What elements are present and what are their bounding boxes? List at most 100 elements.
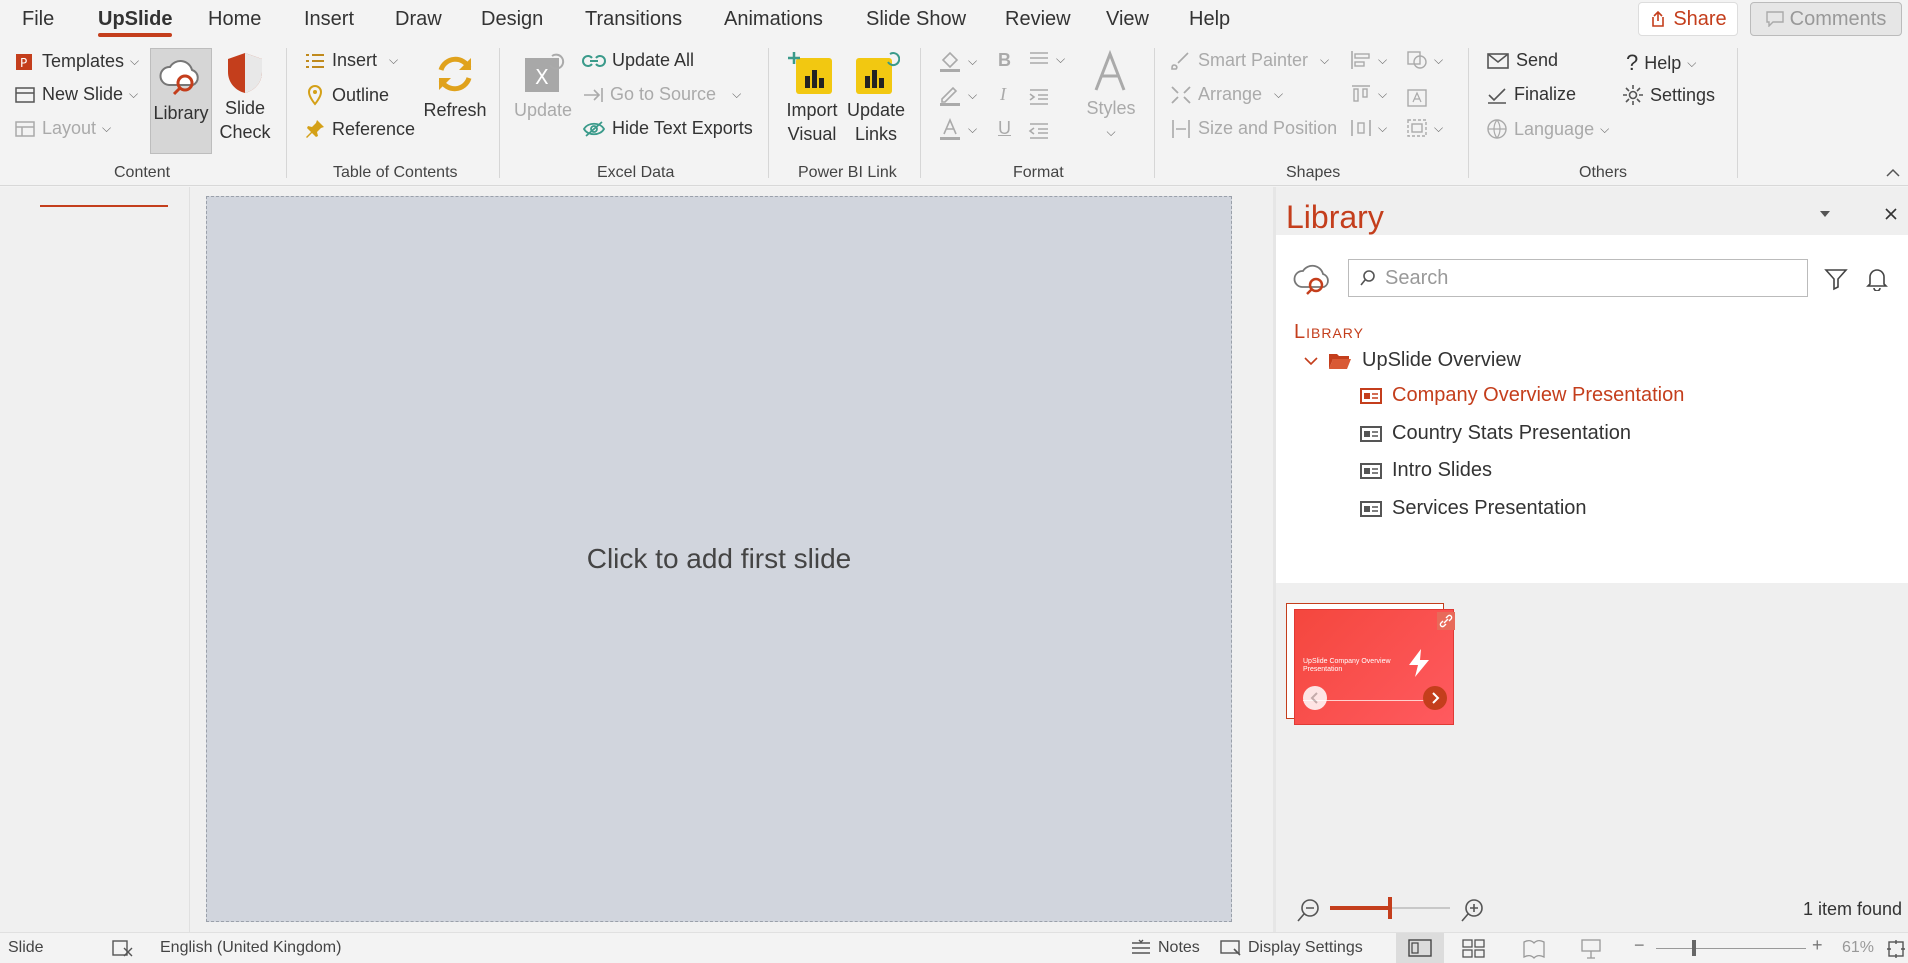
- language-button[interactable]: Language ⌵: [1486, 118, 1609, 140]
- group-shapes-button[interactable]: ⌵: [1406, 118, 1443, 138]
- menu-slide-show[interactable]: Slide Show: [866, 8, 966, 31]
- display-settings-button[interactable]: Display Settings: [1220, 939, 1363, 957]
- menu-insert[interactable]: Insert: [304, 8, 354, 31]
- presenter-view-icon[interactable]: [1580, 938, 1602, 960]
- import-visual-button[interactable]: Import Visual: [780, 50, 844, 146]
- accessibility-check-icon[interactable]: [112, 940, 134, 958]
- smart-painter-button[interactable]: Smart Painter ⌵: [1170, 50, 1329, 71]
- size-position-button[interactable]: Size and Position: [1170, 118, 1337, 139]
- library-item[interactable]: Intro Slides: [1360, 459, 1492, 482]
- text-box-icon[interactable]: [1406, 88, 1428, 108]
- library-search-input[interactable]: Search: [1348, 259, 1808, 297]
- update-links-button[interactable]: Update Links: [844, 50, 908, 146]
- slider-thumb[interactable]: [1388, 897, 1392, 919]
- help-button[interactable]: ? Help ⌵: [1626, 50, 1696, 76]
- zoom-in-icon[interactable]: [1460, 897, 1486, 923]
- share-button[interactable]: Share: [1638, 2, 1738, 36]
- zoom-in-button[interactable]: +: [1812, 935, 1823, 956]
- bold-icon[interactable]: B: [998, 50, 1011, 71]
- go-to-source-button[interactable]: Go to Source ⌵: [582, 84, 741, 105]
- templates-button[interactable]: P Templates ⌵: [14, 50, 139, 72]
- slide-check-label-1: Slide: [224, 98, 266, 118]
- menu-upslide[interactable]: UpSlide: [98, 8, 173, 37]
- library-cloud-icon: [159, 60, 199, 96]
- comments-button[interactable]: Comments: [1750, 2, 1902, 36]
- bell-icon[interactable]: [1866, 267, 1888, 291]
- notes-button[interactable]: Notes: [1130, 939, 1200, 957]
- slide-check-button[interactable]: Slide Check: [218, 50, 272, 144]
- menu-draw[interactable]: Draw: [395, 8, 442, 31]
- slide-editor-area: Click to add first slide: [190, 187, 1273, 932]
- fill-color-button[interactable]: ⌵: [938, 50, 977, 72]
- finalize-button[interactable]: Finalize: [1486, 84, 1576, 105]
- collapse-ribbon-icon[interactable]: [1886, 168, 1900, 178]
- fit-to-window-icon[interactable]: [1886, 939, 1906, 959]
- library-item[interactable]: Country Stats Presentation: [1360, 422, 1631, 445]
- zoom-slider[interactable]: [1656, 940, 1806, 956]
- preview-prev-button[interactable]: [1303, 686, 1327, 710]
- toc-insert-button[interactable]: Insert ⌵: [304, 50, 398, 71]
- excel-update-button[interactable]: X Update: [510, 50, 576, 122]
- reference-button[interactable]: Reference: [304, 118, 415, 140]
- tree-folder-upslide-overview[interactable]: UpSlide Overview: [1304, 349, 1521, 372]
- spacing-button[interactable]: ⌵: [1350, 118, 1387, 138]
- reading-view-icon[interactable]: [1522, 939, 1546, 959]
- settings-button[interactable]: Settings: [1622, 84, 1715, 106]
- refresh-button[interactable]: Refresh: [420, 50, 490, 122]
- menu-animations[interactable]: Animations: [724, 8, 823, 31]
- outline-button[interactable]: Outline: [304, 84, 389, 106]
- library-preview-card[interactable]: UpSlide Company Overview Presentation: [1286, 603, 1456, 727]
- shape-style-button[interactable]: ⌵: [1406, 50, 1443, 70]
- preview-next-button[interactable]: [1423, 686, 1447, 710]
- menu-view[interactable]: View: [1106, 8, 1149, 31]
- filter-icon[interactable]: [1824, 267, 1848, 291]
- distribute-button[interactable]: ⌵: [1350, 84, 1387, 104]
- menu-transitions[interactable]: Transitions: [585, 8, 682, 31]
- zoom-level[interactable]: 61%: [1842, 939, 1874, 957]
- styles-button[interactable]: Styles ⌵: [1080, 50, 1142, 144]
- new-slide-button[interactable]: New Slide ⌵: [14, 84, 138, 105]
- hide-text-exports-button[interactable]: Hide Text Exports: [582, 118, 753, 139]
- library-button[interactable]: Library: [150, 48, 212, 154]
- increase-indent-icon[interactable]: [1028, 88, 1050, 106]
- layout-button[interactable]: Layout ⌵: [14, 118, 111, 139]
- menu-home[interactable]: Home: [208, 8, 261, 31]
- add-slide-placeholder[interactable]: Click to add first slide: [587, 543, 852, 575]
- library-cloud-icon[interactable]: [1292, 261, 1334, 297]
- chevron-down-icon: ⌵: [102, 121, 112, 135]
- menu-file[interactable]: File: [22, 8, 54, 31]
- update-all-button[interactable]: Update All: [582, 50, 694, 71]
- line-color-button[interactable]: ⌵: [938, 84, 977, 106]
- align-shapes-button[interactable]: ⌵: [1350, 50, 1387, 70]
- styles-icon: [1094, 50, 1126, 91]
- svg-text:P: P: [20, 56, 27, 70]
- close-icon[interactable]: [1884, 207, 1898, 221]
- slide-sorter-icon[interactable]: [1462, 939, 1486, 959]
- italic-icon[interactable]: I: [1000, 84, 1006, 105]
- chevron-down-icon: ⌵: [1274, 87, 1284, 101]
- menu-help[interactable]: Help: [1189, 8, 1230, 31]
- menu-bar: File UpSlide Home Insert Draw Design Tra…: [0, 0, 1908, 40]
- group-icon: [1407, 119, 1427, 137]
- decrease-indent-icon[interactable]: [1028, 122, 1050, 140]
- zoom-slider-thumb[interactable]: [1692, 940, 1696, 956]
- library-item[interactable]: Services Presentation: [1360, 497, 1587, 520]
- slide-canvas[interactable]: Click to add first slide: [206, 196, 1232, 922]
- library-item[interactable]: Company Overview Presentation: [1360, 384, 1684, 407]
- zoom-out-icon[interactable]: [1296, 897, 1322, 923]
- font-color-button[interactable]: ⌵: [938, 118, 977, 140]
- arrange-button[interactable]: Arrange ⌵: [1170, 84, 1283, 105]
- align-button[interactable]: ⌵: [1028, 50, 1065, 68]
- menu-design[interactable]: Design: [481, 8, 543, 31]
- underline-icon[interactable]: U: [998, 118, 1011, 139]
- normal-view-button[interactable]: [1396, 933, 1444, 963]
- send-button[interactable]: Send: [1486, 50, 1558, 71]
- thumbnail-size-slider[interactable]: [1330, 897, 1450, 919]
- zoom-out-button[interactable]: −: [1634, 935, 1645, 956]
- status-language[interactable]: English (United Kingdom): [160, 939, 341, 957]
- slide-thumbnail-pane[interactable]: [0, 187, 190, 932]
- menu-review[interactable]: Review: [1005, 8, 1071, 31]
- excel-update-label: Update: [513, 100, 573, 120]
- pane-options-icon[interactable]: [1818, 209, 1832, 219]
- align-icon: [1030, 52, 1048, 64]
